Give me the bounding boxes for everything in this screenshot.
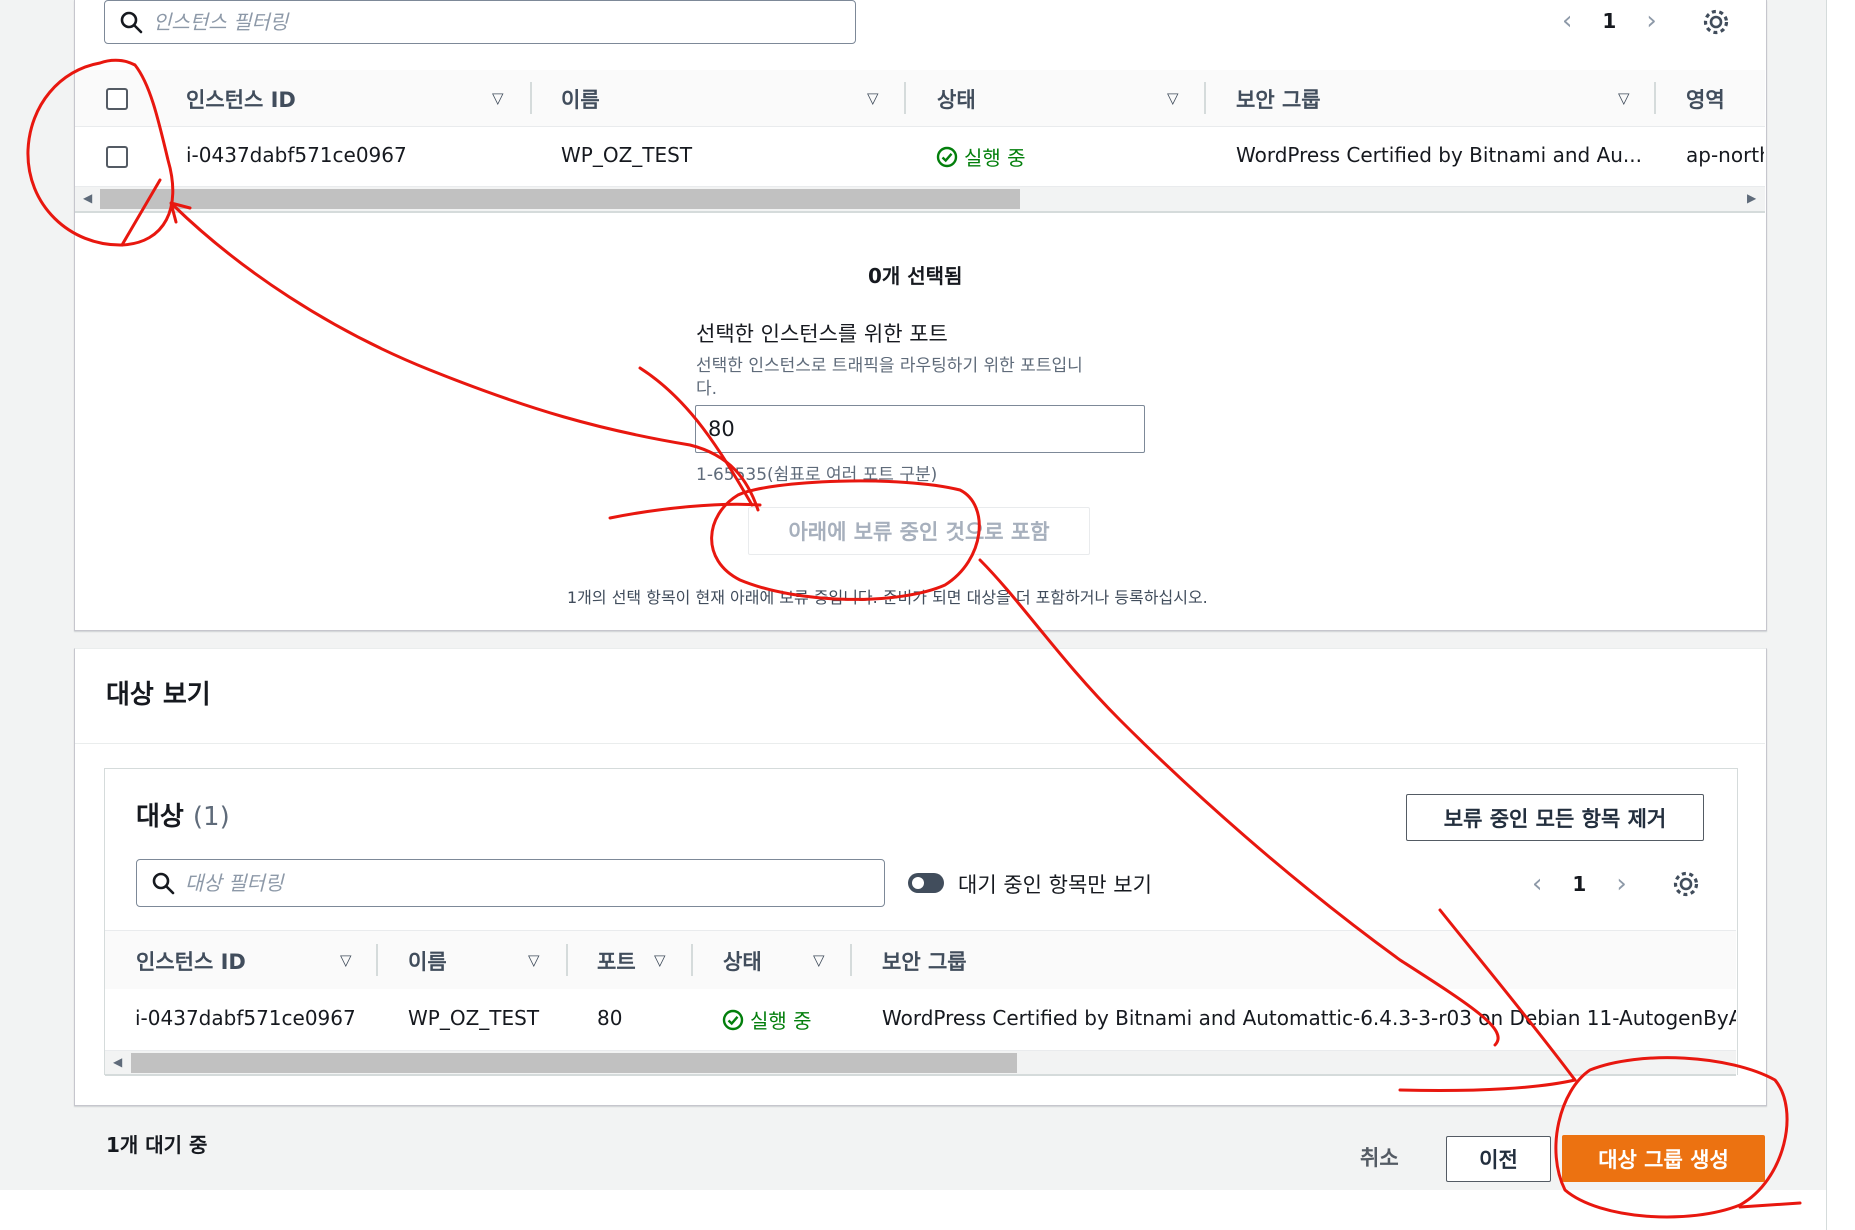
settings-gear-icon[interactable] xyxy=(1702,8,1730,40)
create-target-group-button[interactable]: 대상 그룹 생성 xyxy=(1562,1135,1765,1182)
column-header-state[interactable]: 상태 xyxy=(723,946,762,976)
divider xyxy=(75,743,1765,744)
select-all-checkbox[interactable] xyxy=(106,88,128,110)
sort-caret-icon[interactable]: ▽ xyxy=(340,951,352,969)
port-label: 선택한 인스턴스를 위한 포트 xyxy=(696,322,948,346)
selected-count: 0개 선택됨 xyxy=(868,264,963,288)
column-header-instance-id[interactable]: 인스턴스 ID xyxy=(186,84,296,114)
sort-caret-icon[interactable]: ▽ xyxy=(528,951,540,969)
port-input[interactable] xyxy=(695,405,1145,453)
check-circle-icon xyxy=(722,1009,750,1031)
include-as-pending-button[interactable]: 아래에 보류 중인 것으로 포함 xyxy=(748,507,1090,555)
targets-title-text: 대상 xyxy=(136,802,184,832)
instance-name-cell: WP_OZ_TEST xyxy=(408,1006,540,1030)
scroll-left-icon[interactable]: ◀ xyxy=(83,191,92,205)
page-number[interactable]: 1 xyxy=(1572,872,1586,896)
chevron-left-icon[interactable]: ‹ xyxy=(1532,869,1542,899)
scroll-left-icon[interactable]: ◀ xyxy=(113,1055,122,1069)
targets-count: (1) xyxy=(192,802,230,832)
instances-table-header-bg xyxy=(75,70,1765,127)
column-divider[interactable] xyxy=(530,82,532,114)
column-divider[interactable] xyxy=(691,944,693,976)
sort-caret-icon[interactable]: ▽ xyxy=(492,89,504,107)
check-circle-icon xyxy=(936,146,964,168)
divider xyxy=(105,1074,1736,1076)
column-header-name[interactable]: 이름 xyxy=(561,84,600,114)
column-divider[interactable] xyxy=(376,944,378,976)
page-bottom xyxy=(0,1190,1855,1230)
instance-state-cell: 실행 중 xyxy=(936,142,1026,171)
chevron-left-icon[interactable]: ‹ xyxy=(1562,6,1572,36)
chevron-right-icon[interactable]: › xyxy=(1616,869,1626,899)
row-checkbox[interactable] xyxy=(106,146,128,168)
chevron-right-icon[interactable]: › xyxy=(1646,6,1656,36)
targets-table-title: 대상 (1) xyxy=(136,796,230,833)
column-header-security-group[interactable]: 보안 그룹 xyxy=(1236,84,1321,114)
column-divider[interactable] xyxy=(1204,82,1206,114)
remove-all-pending-button[interactable]: 보류 중인 모든 항목 제거 xyxy=(1406,794,1704,841)
cancel-button[interactable]: 취소 xyxy=(1360,1142,1399,1172)
scrollbar-thumb[interactable] xyxy=(131,1053,1017,1073)
search-icon xyxy=(151,871,175,895)
port-hint: 1-65535(쉼표로 여러 포트 구분) xyxy=(696,465,938,485)
port-description-line1: 선택한 인스턴스로 트래픽을 라우팅하기 위한 포트입니 xyxy=(696,356,1083,376)
security-group-cell: WordPress Certified by Bitnami and Au... xyxy=(1236,143,1642,167)
column-header-zone[interactable]: 영역 xyxy=(1686,84,1725,114)
target-search-box[interactable] xyxy=(136,859,885,907)
scrollbar-thumb[interactable] xyxy=(100,189,1020,209)
port-cell: 80 xyxy=(597,1006,623,1030)
instance-id-cell: i-0437dabf571ce0967 xyxy=(135,1006,356,1030)
pending-note: 1개의 선택 항목이 현재 아래에 보류 중입니다. 준비가 되면 대상을 더 … xyxy=(567,588,1208,607)
column-header-name[interactable]: 이름 xyxy=(408,946,447,976)
column-header-port[interactable]: 포트 xyxy=(597,946,636,976)
instances-pagination: ‹ 1 › xyxy=(1562,6,1657,36)
sort-caret-icon[interactable]: ▽ xyxy=(867,89,879,107)
settings-gear-icon[interactable] xyxy=(1672,870,1700,902)
instance-search-box[interactable] xyxy=(104,0,856,44)
section-title: 대상 보기 xyxy=(106,680,211,710)
page-number[interactable]: 1 xyxy=(1602,9,1616,33)
column-header-instance-id[interactable]: 인스턴스 ID xyxy=(136,946,246,976)
sort-caret-icon[interactable]: ▽ xyxy=(1167,89,1179,107)
window-edge xyxy=(1826,0,1855,1230)
port-description-line2: 다. xyxy=(696,379,718,399)
instance-state-cell: 실행 중 xyxy=(722,1005,812,1034)
zone-cell: ap-north xyxy=(1686,143,1764,167)
security-group-cell: WordPress Certified by Bitnami and Autom… xyxy=(882,1006,1736,1030)
divider xyxy=(75,211,1765,213)
column-divider[interactable] xyxy=(1654,82,1656,114)
horizontal-scrollbar[interactable]: ◀ xyxy=(105,1050,1736,1075)
target-search-input[interactable] xyxy=(183,870,884,896)
instance-name-cell: WP_OZ_TEST xyxy=(561,143,693,167)
column-header-security-group[interactable]: 보안 그룹 xyxy=(882,946,967,976)
previous-button[interactable]: 이전 xyxy=(1446,1136,1551,1182)
targets-pagination: ‹ 1 › xyxy=(1532,869,1627,899)
state-label: 실행 중 xyxy=(964,146,1026,170)
horizontal-scrollbar[interactable]: ◀ ▶ xyxy=(75,186,1765,211)
column-divider[interactable] xyxy=(566,944,568,976)
pending-only-toggle[interactable] xyxy=(908,873,944,893)
pending-count: 1개 대기 중 xyxy=(106,1133,208,1157)
column-divider[interactable] xyxy=(850,944,852,976)
sort-caret-icon[interactable]: ▽ xyxy=(813,951,825,969)
instance-search-input[interactable] xyxy=(151,9,855,35)
sort-caret-icon[interactable]: ▽ xyxy=(654,951,666,969)
column-divider[interactable] xyxy=(904,82,906,114)
column-header-state[interactable]: 상태 xyxy=(937,84,976,114)
instance-id-cell: i-0437dabf571ce0967 xyxy=(186,143,407,167)
search-icon xyxy=(119,10,143,34)
scroll-right-icon[interactable]: ▶ xyxy=(1747,191,1756,205)
sort-caret-icon[interactable]: ▽ xyxy=(1618,89,1630,107)
toggle-label: 대기 중인 항목만 보기 xyxy=(958,873,1152,897)
state-label: 실행 중 xyxy=(750,1009,812,1033)
